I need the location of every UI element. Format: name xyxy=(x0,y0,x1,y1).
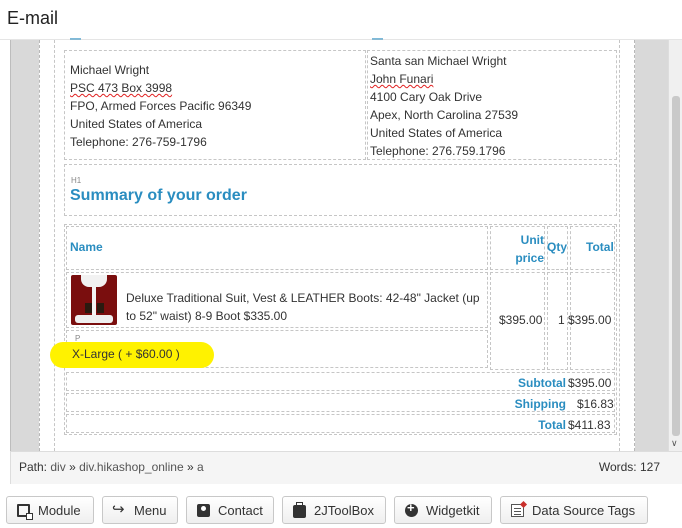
header-unit-price-text: Unit price xyxy=(515,233,544,265)
item-qty: 1 xyxy=(558,313,565,327)
widgetkit-button-label: Widgetkit xyxy=(426,502,480,518)
2jtoolbox-button[interactable]: 2JToolBox xyxy=(282,496,386,524)
total-label: Total xyxy=(538,418,566,432)
header-name: Name xyxy=(70,240,103,254)
h1-tag-label: H1 xyxy=(71,176,82,185)
summary-title: Summary of your order xyxy=(70,187,247,204)
header-unit-price: Unit price xyxy=(492,231,544,267)
2jtoolbox-button-label: 2JToolBox xyxy=(314,502,374,518)
contact-icon xyxy=(197,503,210,517)
scrollbar-thumb[interactable] xyxy=(672,96,680,436)
shipping-contact: John Funari xyxy=(370,72,433,86)
contact-button[interactable]: Contact xyxy=(186,496,274,524)
module-button-label: Module xyxy=(38,502,81,518)
total-value: $411.83 xyxy=(568,418,611,432)
shipping-phone: Telephone: 276.759.1796 xyxy=(370,144,506,158)
module-button[interactable]: Module xyxy=(6,496,94,524)
product-option: X-Large ( + $60.00 ) xyxy=(72,347,180,361)
shipping-name: Santa san Michael Wright xyxy=(370,54,507,68)
billing-street-text: PSC 473 Box 3998 xyxy=(70,81,173,95)
billing-header-fragment: — xyxy=(70,33,81,45)
subtotal-value: $395.00 xyxy=(568,376,612,390)
element-path: Path: div » div.hikashop_online » a xyxy=(19,460,204,474)
toolbox-icon xyxy=(293,501,306,518)
data-source-tags-button[interactable]: Data Source Tags xyxy=(500,496,648,524)
header-name-cell xyxy=(66,226,488,270)
shipping-header-fragment: — xyxy=(372,33,383,45)
product-name[interactable]: Deluxe Traditional Suit, Vest & LEATHER … xyxy=(126,289,486,325)
data-source-tags-button-label: Data Source Tags xyxy=(532,502,636,518)
path-label: Path: xyxy=(19,460,48,474)
editor-buttons-bar: Module Menu Contact 2JToolBox Widgetkit … xyxy=(0,484,682,528)
widgetkit-button[interactable]: Widgetkit xyxy=(394,496,492,524)
vertical-scrollbar[interactable]: ∨ xyxy=(668,40,682,451)
path-segment-hikashop[interactable]: div.hikashop_online xyxy=(79,460,184,474)
shipping-street: 4100 Cary Oak Drive xyxy=(370,90,483,104)
status-bar: Path: div » div.hikashop_online » a Word… xyxy=(10,451,682,484)
word-count: Words: 127 xyxy=(598,460,660,474)
subtotal-label: Subtotal xyxy=(518,376,566,390)
plus-circle-icon xyxy=(405,500,418,517)
shipping-contact-text: John Funari xyxy=(370,72,434,86)
item-unit-price: $395.00 xyxy=(499,313,543,327)
billing-country: United States of America xyxy=(70,117,203,131)
editor-content[interactable]: — — Michael Wright PSC 473 Box 3998 FPO,… xyxy=(39,33,635,451)
title-bar: E-mail xyxy=(0,0,682,40)
menu-icon xyxy=(112,500,126,518)
path-separator: » xyxy=(186,460,194,474)
menu-button-label: Menu xyxy=(134,502,167,518)
shipping-city: Apex, North Carolina 27539 xyxy=(370,108,519,122)
window-title: E-mail xyxy=(7,8,59,28)
menu-button[interactable]: Menu xyxy=(102,496,178,524)
contact-button-label: Contact xyxy=(218,502,263,518)
header-total: Total xyxy=(586,240,614,254)
shipping-country: United States of America xyxy=(370,126,503,140)
billing-street: PSC 473 Box 3998 xyxy=(70,81,172,95)
path-separator: » xyxy=(69,460,76,474)
billing-city: FPO, Armed Forces Pacific 96349 xyxy=(70,99,252,113)
product-image[interactable] xyxy=(71,275,117,325)
shipping-label: Shipping xyxy=(514,397,566,411)
path-segment-div[interactable]: div xyxy=(50,460,65,474)
item-total: $395.00 xyxy=(568,313,612,327)
header-qty: Qty xyxy=(547,240,568,254)
billing-name: Michael Wright xyxy=(70,63,150,77)
shipping-value: $16.83 xyxy=(577,397,614,411)
path-segment-a[interactable]: a xyxy=(197,460,204,474)
data-source-icon xyxy=(511,503,524,517)
editor-area[interactable]: — — Michael Wright PSC 473 Box 3998 FPO,… xyxy=(10,33,682,451)
billing-phone: Telephone: 276-759-1796 xyxy=(70,135,207,149)
module-icon xyxy=(17,503,33,520)
scroll-down-arrow-icon[interactable]: ∨ xyxy=(671,438,678,449)
